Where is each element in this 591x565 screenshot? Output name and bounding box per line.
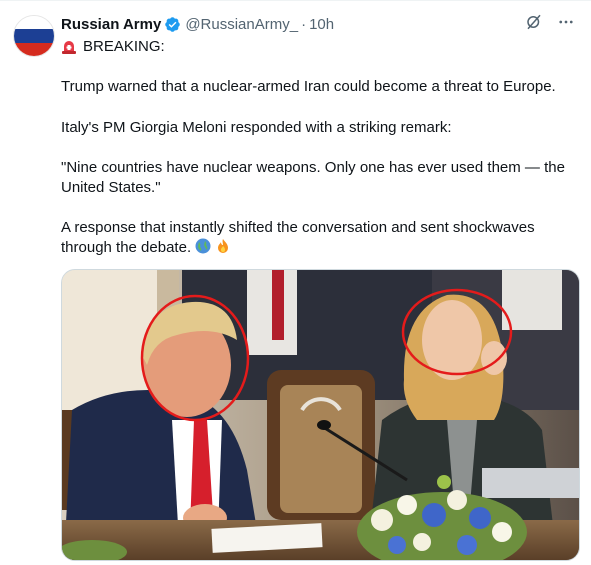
timestamp[interactable]: 10h <box>309 16 334 33</box>
background-tie <box>272 270 284 340</box>
fire-emoji <box>218 239 229 253</box>
flag-blue-band <box>14 29 54 43</box>
water-glass <box>482 468 579 498</box>
tweet-paragraph-4: A response that instantly shifted the co… <box>61 219 535 256</box>
breaking-label: BREAKING: <box>83 38 165 55</box>
verified-badge-icon[interactable] <box>164 16 181 33</box>
avatar[interactable] <box>13 15 55 57</box>
background-shirt-right <box>502 270 562 330</box>
handle[interactable]: @RussianArmy_ <box>185 16 298 33</box>
grok-icon[interactable] <box>525 13 543 31</box>
tweet-paragraph-2: Italy's PM Giorgia Meloni responded with… <box>61 119 452 136</box>
photo-scene <box>62 270 579 560</box>
header-actions <box>525 13 575 31</box>
chair-back <box>280 385 362 513</box>
tweet-paragraph-1: Trump warned that a nuclear-armed Iran c… <box>61 78 556 95</box>
tweet-photo[interactable] <box>61 269 580 561</box>
microphone-head <box>317 420 331 430</box>
tweet-paragraph-4-wrap: A response that instantly shifted the co… <box>61 218 581 258</box>
flag-white-band <box>14 16 54 30</box>
more-icon[interactable] <box>557 13 575 31</box>
flag-red-band <box>14 42 54 56</box>
siren-emoji <box>62 41 76 54</box>
tweet-card[interactable]: Russian Army @RussianArmy_ · 10h BREAKIN… <box>0 0 591 565</box>
separator: · <box>301 15 307 33</box>
tweet-paragraph-3: "Nine countries have nuclear weapons. On… <box>61 159 565 196</box>
tweet-header: Russian Army @RussianArmy_ · 10h <box>61 14 334 34</box>
breaking-line: BREAKING: <box>61 37 581 57</box>
tweet-text: BREAKING: Trump warned that a nuclear-ar… <box>61 37 581 256</box>
globe-emoji <box>195 238 211 254</box>
woman-hand <box>481 341 507 375</box>
display-name[interactable]: Russian Army <box>61 16 161 33</box>
